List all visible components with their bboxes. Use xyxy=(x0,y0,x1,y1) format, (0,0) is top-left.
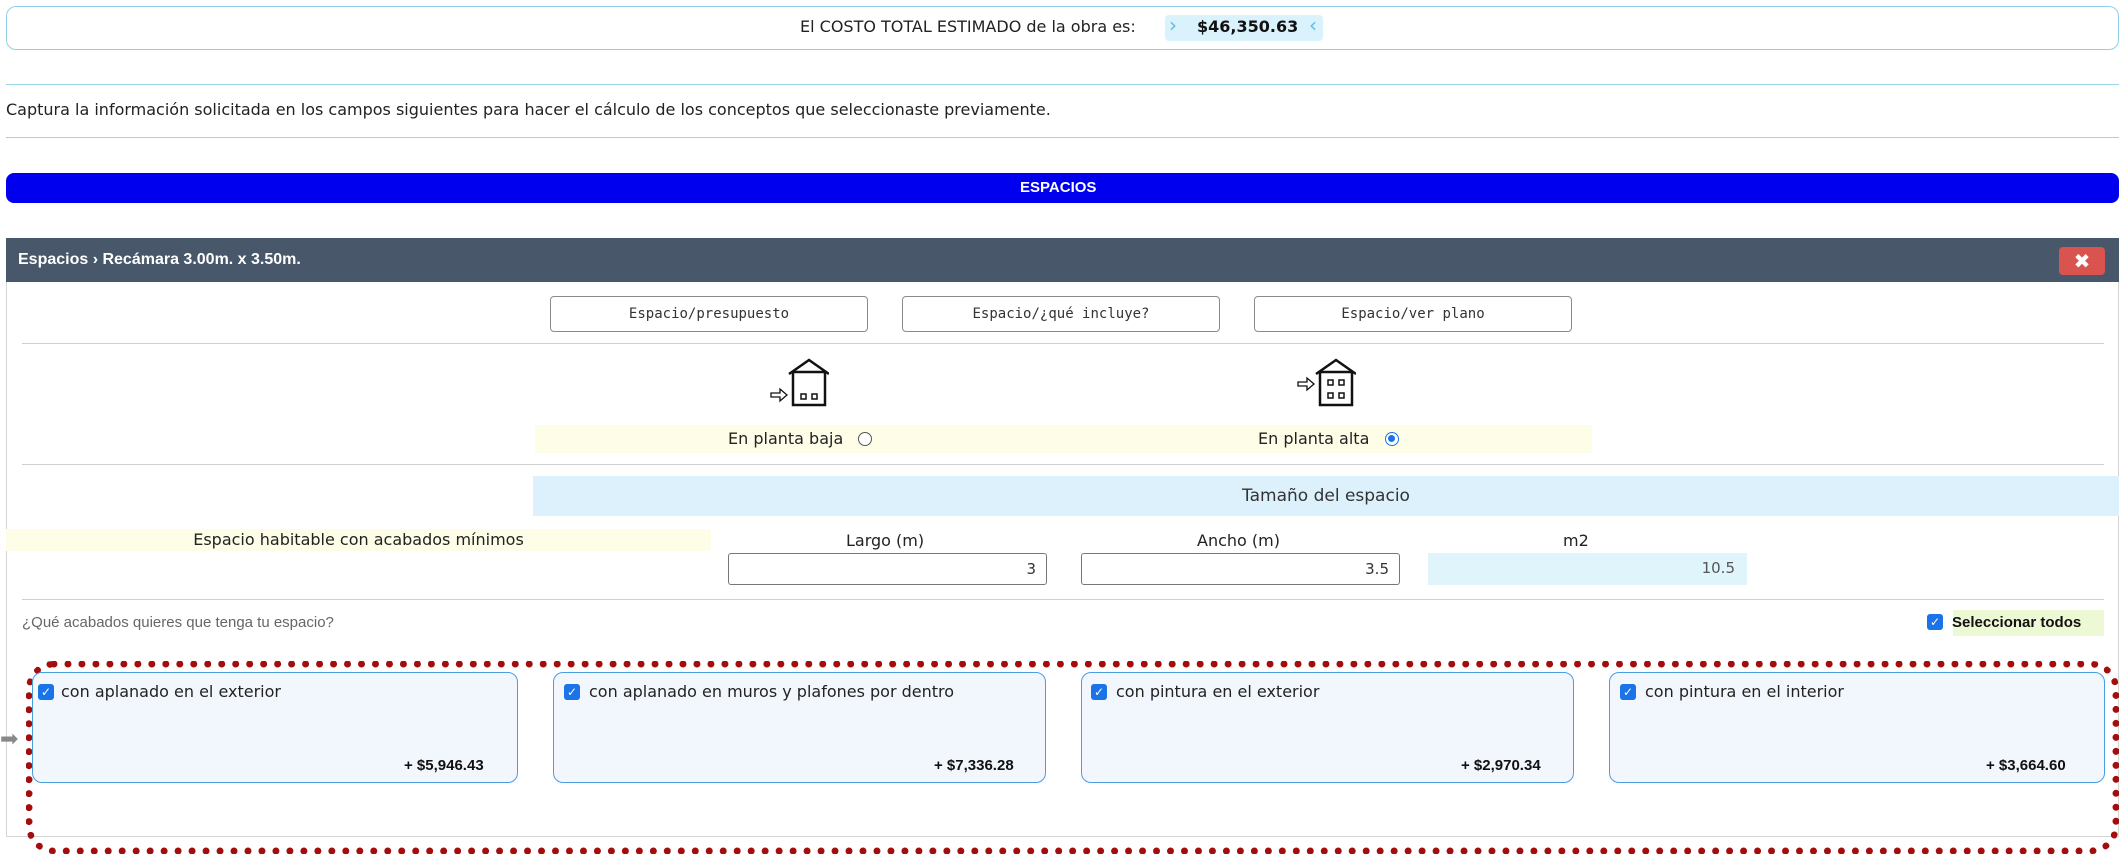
arrow-right-icon: ➡ xyxy=(0,727,19,752)
m2-label: m2 xyxy=(1563,531,1589,550)
que-incluye-button[interactable]: Espacio/¿qué incluye? xyxy=(902,296,1220,332)
finish-price: + $7,336.28 xyxy=(934,757,1014,774)
close-button[interactable]: ✖ xyxy=(2059,247,2105,275)
finish-price: + $5,946.43 xyxy=(404,757,484,774)
finishes-question: ¿Qué acabados quieres que tenga tu espac… xyxy=(22,614,334,631)
divider xyxy=(6,137,2119,138)
chevron-right-icon: › xyxy=(1169,13,1177,37)
finish-label: con aplanado en muros y plafones por den… xyxy=(589,682,955,701)
total-cost-value: $46,350.63 xyxy=(1197,17,1299,36)
breadcrumb: Espacios › Recámara 3.00m. x 3.50m. xyxy=(18,251,301,268)
ancho-label: Ancho (m) xyxy=(1197,531,1280,550)
instructions-text: Captura la información solicitada en los… xyxy=(6,100,1051,119)
divider xyxy=(22,464,2104,465)
finish-price: + $3,664.60 xyxy=(1986,757,2066,774)
largo-label: Largo (m) xyxy=(846,531,925,550)
floor-upper-radio[interactable] xyxy=(1385,432,1399,446)
largo-input[interactable]: 3 xyxy=(728,553,1047,585)
finish-checkbox[interactable]: ✓ xyxy=(564,684,580,700)
total-cost-label: El COSTO TOTAL ESTIMADO de la obra es: xyxy=(800,17,1136,36)
divider xyxy=(22,599,2104,600)
house-upper-floor-icon xyxy=(1296,356,1357,413)
ver-plano-button[interactable]: Espacio/ver plano xyxy=(1254,296,1572,332)
divider xyxy=(6,84,2119,85)
floor-upper-label: En planta alta xyxy=(1258,429,1370,448)
finish-label: con pintura en el exterior xyxy=(1116,682,1320,701)
finish-label: con aplanado en el exterior xyxy=(61,682,281,701)
select-all-label[interactable]: Seleccionar todos xyxy=(1952,614,2081,631)
floor-option-upper-bg xyxy=(884,425,1592,453)
finish-checkbox[interactable]: ✓ xyxy=(1091,684,1107,700)
divider xyxy=(22,343,2104,344)
presupuesto-button[interactable]: Espacio/presupuesto xyxy=(550,296,868,332)
finish-checkbox[interactable]: ✓ xyxy=(1620,684,1636,700)
habitable-label: Espacio habitable con acabados mínimos xyxy=(193,530,524,549)
floor-ground-label: En planta baja xyxy=(728,429,844,448)
finish-label: con pintura en el interior xyxy=(1645,682,1844,701)
floor-ground-radio[interactable] xyxy=(858,432,872,446)
panel-header xyxy=(6,238,2119,282)
chevron-left-icon: ‹ xyxy=(1309,13,1317,37)
close-icon: ✖ xyxy=(2073,249,2091,273)
size-section-title: Tamaño del espacio xyxy=(1242,486,1410,506)
section-title: ESPACIOS xyxy=(1020,179,1097,196)
m2-value: 10.5 xyxy=(1428,553,1747,585)
finish-price: + $2,970.34 xyxy=(1461,757,1541,774)
select-all-checkbox[interactable]: ✓ xyxy=(1927,614,1943,630)
house-ground-floor-icon xyxy=(769,356,830,413)
finish-checkbox[interactable]: ✓ xyxy=(38,684,54,700)
ancho-input[interactable]: 3.5 xyxy=(1081,553,1400,585)
